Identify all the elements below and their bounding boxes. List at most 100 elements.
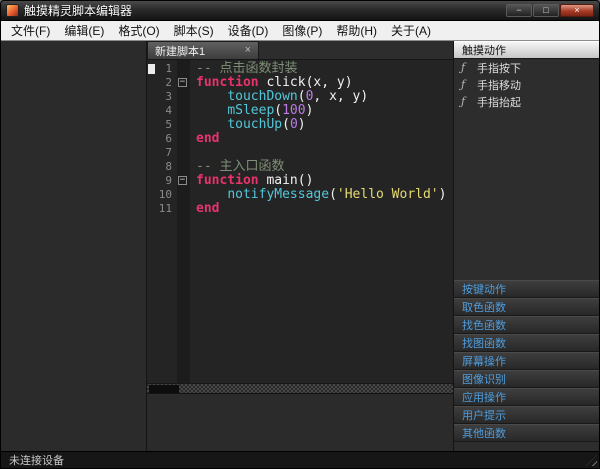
titlebar[interactable]: 触摸精灵脚本编辑器 − □ × xyxy=(1,1,599,21)
code-line[interactable]: 5 touchUp(0) xyxy=(147,118,453,132)
editor-column: 新建脚本1 × 1 -- 点击函数封装 2− function click(x, y)… xyxy=(147,41,453,451)
code-token: 0 xyxy=(289,117,298,132)
panel-bottom-gap xyxy=(454,442,599,451)
line-number: 2 xyxy=(165,76,172,89)
code-token: -- 主入口函数 xyxy=(196,159,285,174)
minimize-button[interactable]: − xyxy=(506,4,532,17)
line-number: 7 xyxy=(165,146,172,159)
code-token: -- 点击函数封装 xyxy=(196,61,298,76)
code-text: touchDown(0, x, y) xyxy=(190,90,368,104)
tab-new-script[interactable]: 新建脚本1 × xyxy=(147,41,259,59)
code-token: notifyMessage xyxy=(227,187,330,202)
section-header[interactable]: 找色函数 xyxy=(454,316,599,334)
code-line[interactable]: 10 notifyMessage('Hello World') xyxy=(147,188,453,202)
code-token: ) xyxy=(305,103,314,118)
tab-close-icon[interactable]: × xyxy=(245,45,251,56)
code-token: ( xyxy=(329,187,337,202)
section-header[interactable]: 应用操作 xyxy=(454,388,599,406)
connection-status: 未连接设备 xyxy=(9,455,64,467)
code-text: -- 点击函数封装 xyxy=(190,62,297,76)
touch-actions-list: ƒ 手指按下 ƒ 手指移动 ƒ 手指抬起 xyxy=(454,59,599,110)
section-header[interactable]: 找图函数 xyxy=(454,334,599,352)
code-token: ( xyxy=(282,117,290,132)
tab-label: 新建脚本1 xyxy=(155,45,206,58)
fold-collapse-icon[interactable]: − xyxy=(178,176,187,185)
code-token: touchDown xyxy=(227,89,298,104)
code-line[interactable]: 3 touchDown(0, x, y) xyxy=(147,90,453,104)
close-button[interactable]: × xyxy=(560,4,594,17)
fold-margin xyxy=(177,146,190,160)
code-text: -- 主入口函数 xyxy=(190,160,284,174)
menubar: 文件(F) 编辑(E) 格式(O) 脚本(S) 设备(D) 图像(P) 帮助(H) 关于(A) xyxy=(1,21,599,41)
menu-item[interactable]: 关于(A) xyxy=(384,20,438,41)
code-line[interactable]: 11 end xyxy=(147,202,453,216)
app-icon xyxy=(6,4,19,17)
function-panel: 触摸动作 ƒ 手指按下 ƒ 手指移动 ƒ 手指抬起 按键动作 取色函数 找色函数 找图函数 屏幕操… xyxy=(453,41,599,451)
menu-item[interactable]: 编辑(E) xyxy=(57,20,111,41)
code-token: click(x, y) xyxy=(258,75,353,90)
function-item-label: 手指按下 xyxy=(477,62,521,75)
fold-margin xyxy=(177,90,190,104)
code-token: ( xyxy=(297,89,306,104)
fold-margin[interactable]: − xyxy=(177,76,190,90)
panel-spacer xyxy=(454,110,599,280)
window-controls: − □ × xyxy=(506,4,594,17)
output-panel xyxy=(147,393,453,451)
function-item[interactable]: ƒ 手指抬起 xyxy=(454,93,599,110)
menu-item[interactable]: 设备(D) xyxy=(221,20,276,41)
code-text: mSleep(100) xyxy=(190,104,313,118)
menu-item[interactable]: 脚本(S) xyxy=(167,20,221,41)
section-header[interactable]: 屏幕操作 xyxy=(454,352,599,370)
fold-collapse-icon[interactable]: − xyxy=(178,78,187,87)
app-window: 触摸精灵脚本编辑器 − □ × 文件(F) 编辑(E) 格式(O) 脚本(S) 设备(D… xyxy=(0,0,600,469)
code-line[interactable]: 9− function main() xyxy=(147,174,453,188)
menu-item[interactable]: 帮助(H) xyxy=(329,20,384,41)
line-number: 11 xyxy=(158,202,172,215)
function-item[interactable]: ƒ 手指按下 xyxy=(454,59,599,76)
line-number: 5 xyxy=(165,118,172,131)
fold-margin xyxy=(177,62,190,76)
code-line[interactable]: 2− function click(x, y) xyxy=(147,76,453,90)
function-icon: ƒ xyxy=(461,78,466,91)
function-icon: ƒ xyxy=(461,95,466,108)
fold-margin xyxy=(177,132,190,146)
code-token: ) xyxy=(297,117,306,132)
section-header-touch-actions[interactable]: 触摸动作 xyxy=(454,41,599,59)
section-header[interactable]: 按键动作 xyxy=(454,280,599,298)
menu-item[interactable]: 格式(O) xyxy=(111,20,166,41)
code-line[interactable]: 1 -- 点击函数封装 xyxy=(147,62,453,76)
code-line[interactable]: 4 mSleep(100) xyxy=(147,104,453,118)
code-token: mSleep xyxy=(227,103,275,118)
section-header[interactable]: 图像识别 xyxy=(454,370,599,388)
section-header[interactable]: 用户提示 xyxy=(454,406,599,424)
menu-item[interactable]: 文件(F) xyxy=(4,20,57,41)
code-text: notifyMessage('Hello World') xyxy=(190,188,446,202)
fold-margin xyxy=(177,160,190,174)
bookmark-marker xyxy=(148,64,155,74)
code-text: touchUp(0) xyxy=(190,117,306,132)
section-header[interactable]: 其他函数 xyxy=(454,424,599,442)
editor-hscrollbar[interactable] xyxy=(147,383,453,393)
code-line[interactable]: 7 xyxy=(147,146,453,160)
menu-item[interactable]: 图像(P) xyxy=(275,20,329,41)
line-number: 9 xyxy=(165,174,172,187)
fold-margin[interactable]: − xyxy=(177,174,190,188)
line-number: 4 xyxy=(165,104,172,117)
code-text: end xyxy=(190,132,219,146)
function-item-label: 手指抬起 xyxy=(477,96,521,109)
function-item[interactable]: ƒ 手指移动 xyxy=(454,76,599,93)
line-number: 8 xyxy=(165,160,172,173)
resize-grip-icon[interactable] xyxy=(586,455,597,466)
code-line[interactable]: 6 end xyxy=(147,132,453,146)
code-token: touchUp xyxy=(227,117,283,132)
hscrollbar-thumb[interactable] xyxy=(149,385,179,393)
maximize-button[interactable]: □ xyxy=(533,4,559,17)
tab-bar: 新建脚本1 × xyxy=(147,41,453,60)
code-line[interactable]: 8 -- 主入口函数 xyxy=(147,160,453,174)
section-header[interactable]: 取色函数 xyxy=(454,298,599,316)
code-editor[interactable]: 1 -- 点击函数封装 2− function click(x, y) 3 touchD… xyxy=(147,60,453,383)
